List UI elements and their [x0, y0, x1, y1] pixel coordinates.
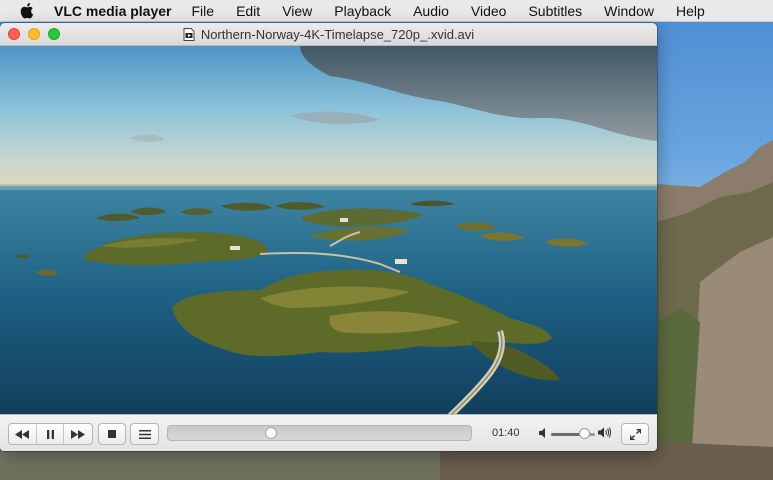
rewind-icon	[15, 429, 30, 439]
transport-controls	[8, 423, 93, 445]
fast-forward-button[interactable]	[64, 424, 92, 444]
volume-high-icon[interactable]	[598, 427, 611, 438]
menu-help[interactable]: Help	[676, 3, 705, 19]
elapsed-time[interactable]: 01:40	[492, 427, 520, 439]
fullscreen-button[interactable]	[622, 424, 648, 444]
apple-logo-icon[interactable]	[20, 2, 36, 19]
rewind-button[interactable]	[9, 424, 37, 444]
stop-control	[98, 423, 126, 445]
video-frame[interactable]	[0, 46, 657, 414]
volume-slider-knob[interactable]	[579, 428, 590, 439]
menu-view[interactable]: View	[282, 3, 312, 19]
menu-playback[interactable]: Playback	[334, 3, 391, 19]
vlc-player-window: Northern-Norway-4K-Timelapse_720p_.xvid.…	[0, 23, 657, 451]
volume-slider[interactable]	[551, 428, 595, 439]
pause-button[interactable]	[37, 424, 65, 444]
fast-forward-icon	[71, 429, 86, 439]
playlist-button[interactable]	[131, 424, 158, 444]
close-window-button[interactable]	[8, 28, 20, 40]
window-titlebar[interactable]: Northern-Norway-4K-Timelapse_720p_.xvid.…	[0, 23, 657, 46]
playlist-control	[130, 423, 159, 445]
playlist-icon	[138, 429, 151, 439]
stop-icon	[108, 430, 116, 438]
menu-bar: VLC media player File Edit View Playback…	[0, 0, 773, 22]
menu-subtitles[interactable]: Subtitles	[528, 3, 582, 19]
window-title: Northern-Norway-4K-Timelapse_720p_.xvid.…	[200, 26, 475, 42]
menu-edit[interactable]: Edit	[236, 3, 260, 19]
menu-window[interactable]: Window	[604, 3, 654, 19]
video-file-icon	[183, 27, 195, 41]
menu-video[interactable]: Video	[471, 3, 507, 19]
seek-slider-knob[interactable]	[265, 427, 278, 439]
stop-button[interactable]	[99, 424, 125, 444]
minimize-window-button[interactable]	[28, 28, 40, 40]
player-controls: 01:40	[0, 414, 657, 451]
fullscreen-control	[621, 423, 649, 445]
menu-app-name[interactable]: VLC media player	[54, 3, 172, 19]
volume-low-icon[interactable]	[539, 428, 546, 438]
menu-audio[interactable]: Audio	[413, 3, 449, 19]
menu-file[interactable]: File	[192, 3, 215, 19]
pause-icon	[46, 429, 54, 439]
seek-slider[interactable]	[167, 425, 472, 441]
fullscreen-icon	[629, 428, 641, 440]
zoom-window-button[interactable]	[48, 28, 60, 40]
